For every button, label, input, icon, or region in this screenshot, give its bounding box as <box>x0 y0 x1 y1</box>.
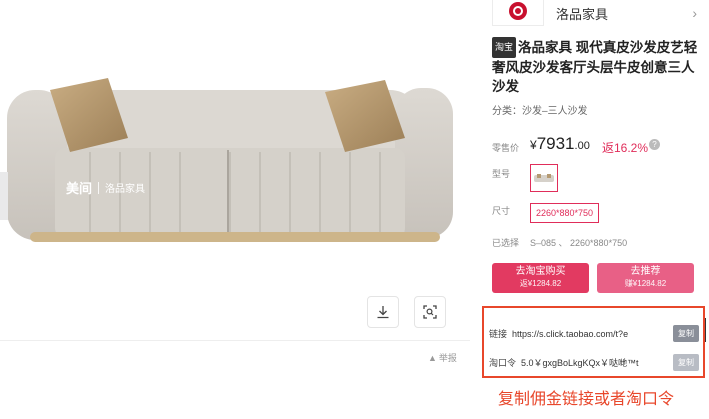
sofa-image <box>7 78 453 242</box>
image-search-button[interactable] <box>414 296 446 328</box>
buy-button-rebate: 返¥1284.82 <box>519 279 562 288</box>
model-option[interactable] <box>530 164 558 192</box>
price-integer: 7931 <box>536 134 575 153</box>
selected-value: S–085 、 2260*880*750 <box>530 238 628 248</box>
product-title-text: 洛品家具 现代真皮沙发皮艺轻奢风皮沙发客厅头层牛皮创意三人沙发 <box>492 40 698 94</box>
price: ¥ 7931 .00 <box>530 134 590 154</box>
buy-button-label: 去淘宝购买 <box>515 266 566 277</box>
buy-on-taobao-button[interactable]: 去淘宝购买 返¥1284.82 <box>492 263 589 293</box>
recommend-button-earn: 赚¥1284.82 <box>624 279 667 288</box>
shop-name: 洛品家具 <box>556 6 609 22</box>
price-decimal: .00 <box>574 140 590 152</box>
size-option[interactable]: 2260*880*750 <box>530 203 600 223</box>
image-watermark: 美间 洛品家具 <box>66 178 145 197</box>
platform-badge: 淘宝 <box>492 37 517 58</box>
image-bottom-divider <box>0 340 470 341</box>
download-icon <box>377 306 389 319</box>
annotation-caption: 复制佣金链接或者淘口令 <box>498 391 675 408</box>
product-detail-page: 美间 洛品家具 ▲ 举报 洛品家具 › 淘宝 洛品家具 现代真皮沙发皮艺轻奢风皮… <box>0 0 709 419</box>
product-title: 淘宝 洛品家具 现代真皮沙发皮艺轻奢风皮沙发客厅头层牛皮创意三人沙发 <box>492 37 702 96</box>
product-detail-panel: 洛品家具 › 淘宝 洛品家具 现代真皮沙发皮艺轻奢风皮沙发客厅头层牛皮创意三人沙发… <box>482 0 709 419</box>
link-label: 链接 <box>489 329 508 339</box>
taokouling-label: 淘口令 <box>489 358 517 368</box>
report-icon: ▲ <box>428 352 437 363</box>
recommend-button-label: 去推荐 <box>630 266 661 277</box>
product-image-area: 美间 洛品家具 <box>0 0 470 340</box>
gallery-prev-tab[interactable] <box>0 172 8 220</box>
shop-logo <box>492 0 544 26</box>
download-button[interactable] <box>367 296 399 328</box>
share-link-popup: 链接 https://s.click.taobao.com/t?e 复制 淘口令… <box>482 306 705 378</box>
taokouling-value[interactable]: 5.0￥gxgBoLkgKQx￥哒哋™t <box>521 356 670 369</box>
copy-link-button[interactable]: 复制 <box>673 325 699 342</box>
report-link[interactable]: ▲ 举报 <box>428 351 457 364</box>
selected-label: 已选择 <box>492 238 520 248</box>
size-label: 尺寸 <box>492 206 511 216</box>
shop-logo-mark <box>509 1 527 20</box>
watermark-brand: 洛品家具 <box>105 184 146 195</box>
report-label: 举报 <box>438 353 457 363</box>
model-thumbnail <box>534 174 554 182</box>
taokouling-row: 淘口令 5.0￥gxgBoLkgKQx￥哒哋™t 复制 <box>489 354 699 371</box>
watermark-logo: 美间 <box>66 181 93 196</box>
price-label: 零售价 <box>492 143 520 153</box>
model-label: 型号 <box>492 169 511 179</box>
copy-taokouling-button[interactable]: 复制 <box>673 354 699 371</box>
recommend-button[interactable]: 去推荐 赚¥1284.82 <box>597 263 694 293</box>
help-icon[interactable]: ? <box>649 139 660 150</box>
link-value[interactable]: https://s.click.taobao.com/t?e <box>512 329 670 339</box>
shop-entry[interactable]: 洛品家具 › <box>492 0 697 26</box>
chevron-right-icon: › <box>692 5 697 21</box>
product-category: 分类：沙发–三人沙发 <box>492 106 588 117</box>
price-currency: ¥ <box>530 138 537 152</box>
link-row: 链接 https://s.click.taobao.com/t?e 复制 <box>489 325 699 342</box>
scan-icon <box>423 305 437 319</box>
watermark-separator <box>98 181 100 194</box>
rebate-rate: 返16.2% <box>602 141 649 155</box>
